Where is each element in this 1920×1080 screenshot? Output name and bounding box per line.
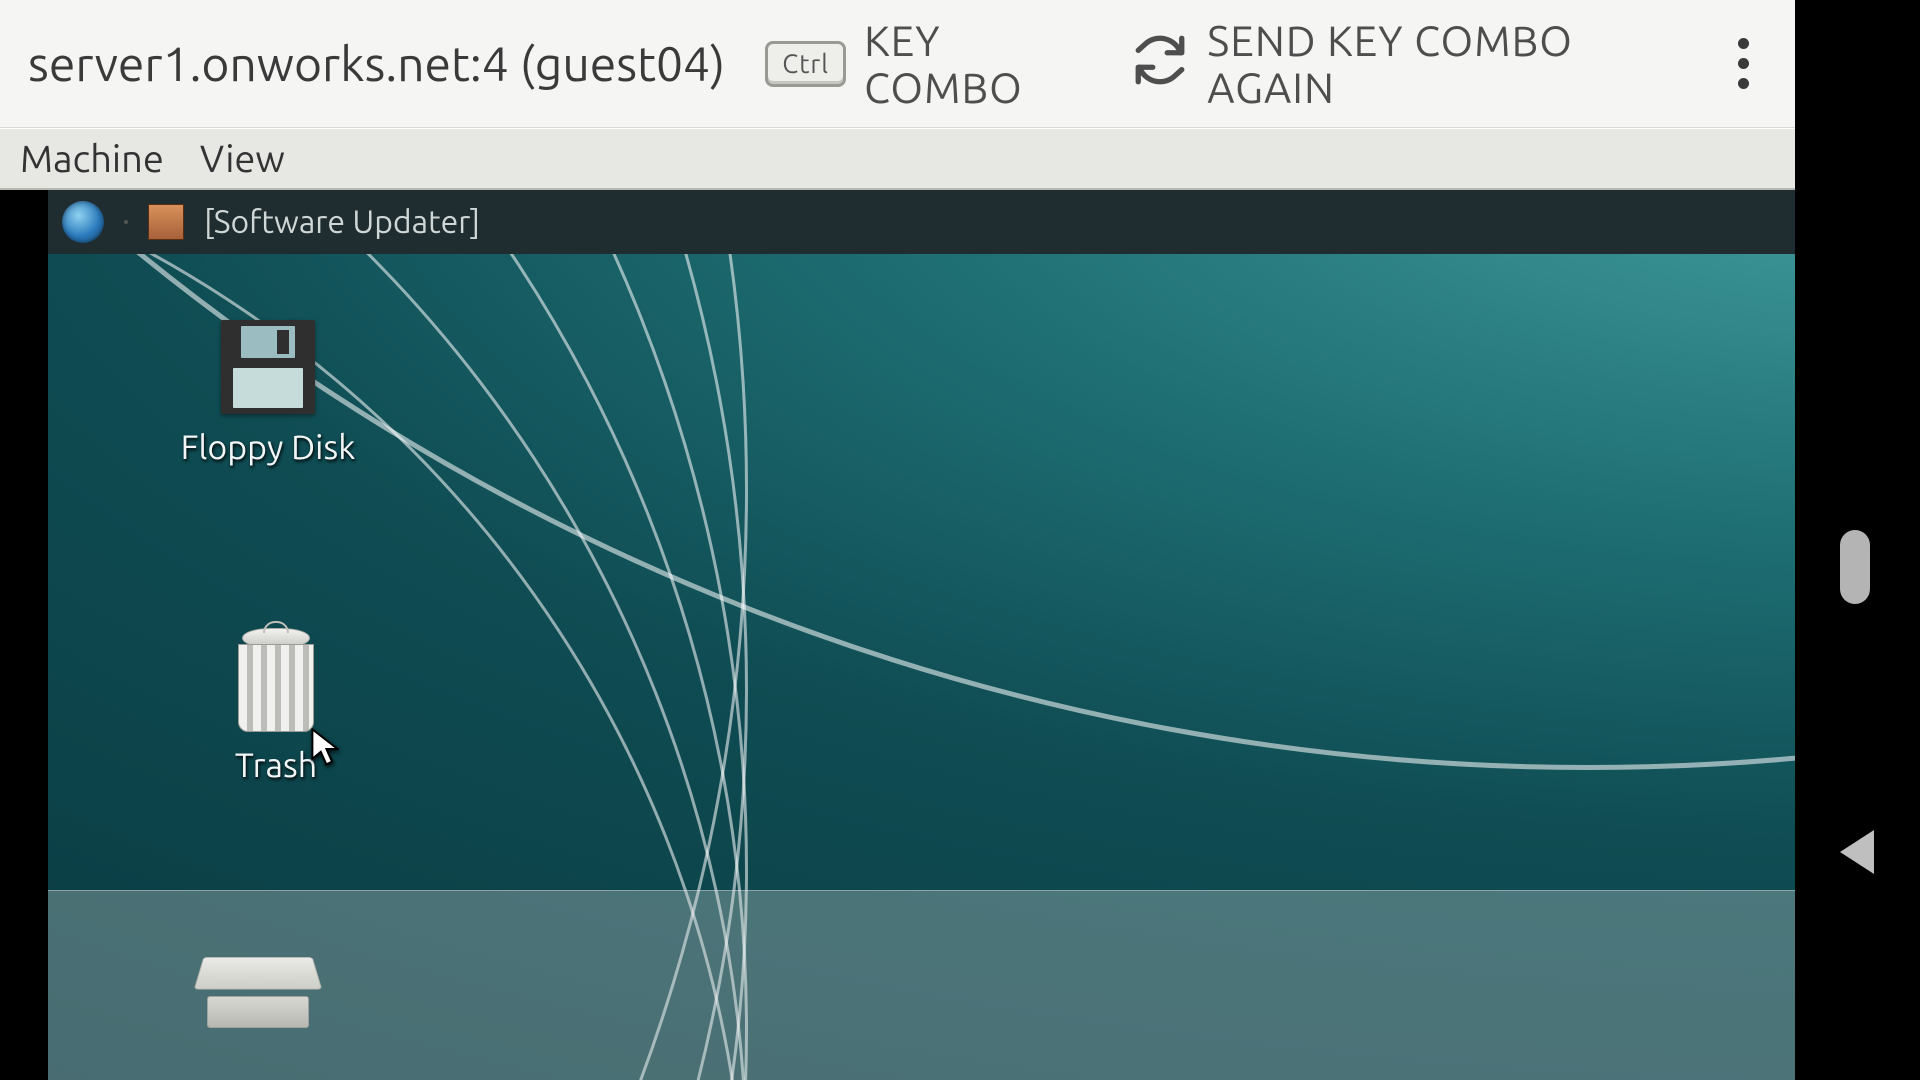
device-right-bar (1795, 0, 1920, 1080)
menu-view[interactable]: View (200, 138, 285, 180)
kebab-dot-icon (1738, 78, 1749, 89)
floppy-disk-icon (221, 320, 315, 414)
connection-title: server1.onworks.net:4 (guest04) (28, 37, 725, 91)
desktop-icon-floppy-disk[interactable]: Floppy Disk (168, 320, 368, 466)
kebab-dot-icon (1738, 38, 1749, 49)
send-key-combo-again-button[interactable]: SEND KEY COMBO AGAIN (1131, 17, 1680, 111)
kebab-dot-icon (1738, 58, 1749, 69)
hard-drive-icon (193, 948, 323, 1028)
guest-taskbar[interactable]: [Software Updater] (48, 190, 1795, 254)
desktop-icon-label: Floppy Disk (181, 428, 356, 466)
key-combo-label: KEY COMBO (864, 17, 1091, 111)
scrollbar-thumb[interactable] (1840, 530, 1870, 604)
refresh-icon (1131, 31, 1189, 97)
taskbar-separator-icon (124, 220, 128, 224)
desktop-icon-label: Trash (235, 746, 317, 784)
task-software-updater-icon[interactable] (148, 204, 184, 240)
task-software-updater-label[interactable]: [Software Updater] (204, 204, 480, 240)
guest-desktop[interactable]: [Software Updater] Floppy Disk Trash (48, 190, 1795, 1080)
app-area: server1.onworks.net:4 (guest04) Ctrl KEY… (0, 0, 1795, 1080)
key-combo-button[interactable]: Ctrl KEY COMBO (765, 17, 1091, 111)
vm-menu-bar: Machine View (0, 128, 1795, 190)
guest-left-border (0, 190, 48, 1080)
topbar: server1.onworks.net:4 (guest04) Ctrl KEY… (0, 0, 1795, 128)
nav-back-icon[interactable] (1840, 830, 1874, 874)
app-root: server1.onworks.net:4 (guest04) Ctrl KEY… (0, 0, 1920, 1080)
menu-machine[interactable]: Machine (20, 138, 164, 180)
guest-viewport-wrap: [Software Updater] Floppy Disk Trash (0, 190, 1795, 1080)
start-menu-icon[interactable] (62, 201, 104, 243)
overflow-menu-button[interactable] (1720, 28, 1767, 99)
ctrl-key-icon: Ctrl (765, 41, 846, 87)
trash-icon (234, 628, 318, 732)
mouse-cursor-icon (311, 728, 339, 768)
desktop-icon-trash[interactable]: Trash (176, 628, 376, 784)
send-again-label: SEND KEY COMBO AGAIN (1207, 17, 1680, 111)
desktop-icon-drive[interactable] (158, 948, 358, 1042)
